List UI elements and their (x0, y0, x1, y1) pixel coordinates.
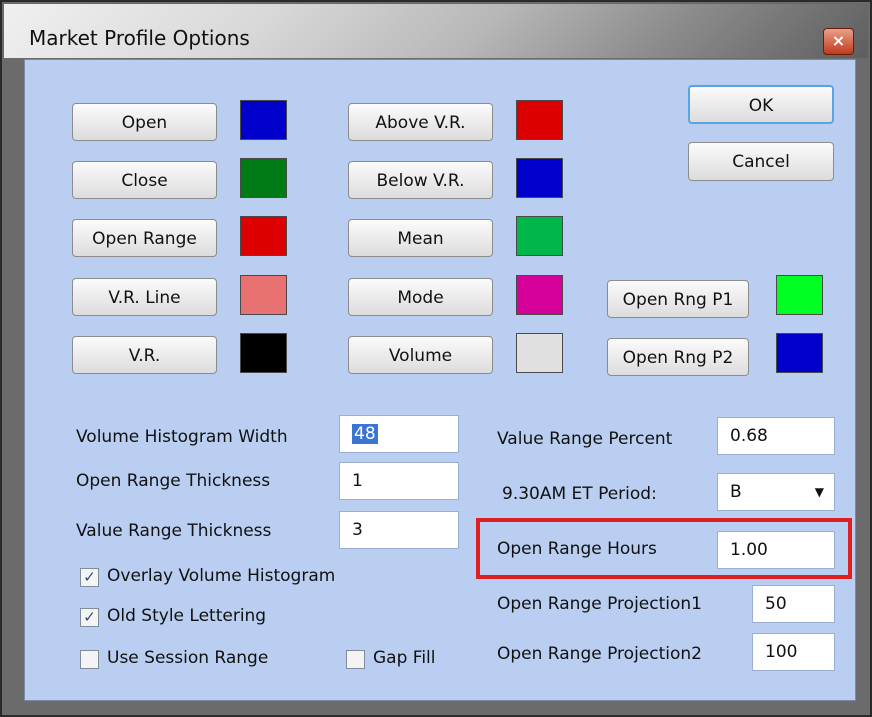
overlay-volume-histogram-checkbox[interactable]: ✓ (80, 568, 99, 587)
below-vr-color-button[interactable]: Below V.R. (348, 161, 493, 199)
volume-color-swatch[interactable] (516, 333, 563, 373)
above-vr-color-button[interactable]: Above V.R. (348, 103, 493, 141)
dialog-body: Open Close Open Range V.R. Line V.R. Abo… (24, 59, 856, 701)
value-range-percent-input[interactable]: 0.68 (717, 417, 835, 455)
vr-line-color-swatch[interactable] (240, 275, 287, 315)
ok-button[interactable]: OK (688, 85, 834, 124)
et-period-select[interactable]: B ▼ (717, 473, 835, 511)
gap-fill-checkbox[interactable] (346, 650, 365, 669)
close-color-button[interactable]: Close (72, 161, 217, 199)
old-style-lettering-checkbox[interactable]: ✓ (80, 608, 99, 627)
open-color-swatch[interactable] (240, 100, 287, 140)
open-range-color-swatch[interactable] (240, 216, 287, 256)
chevron-down-icon: ▼ (814, 485, 824, 499)
mode-color-button[interactable]: Mode (348, 278, 493, 316)
open-color-button[interactable]: Open (72, 103, 217, 141)
use-session-range-label: Use Session Range (107, 648, 269, 668)
close-button[interactable]: × (823, 28, 854, 55)
open-range-hours-label: Open Range Hours (497, 539, 657, 559)
open-range-thickness-input[interactable]: 1 (339, 462, 459, 500)
volume-color-button[interactable]: Volume (348, 336, 493, 374)
value-range-thickness-input[interactable]: 3 (339, 511, 459, 549)
title-bar: Market Profile Options × (4, 4, 868, 58)
open-range-thickness-label: Open Range Thickness (76, 471, 271, 491)
use-session-range-checkbox[interactable] (80, 650, 99, 669)
overlay-volume-histogram-label: Overlay Volume Histogram (107, 566, 336, 586)
open-range-color-button[interactable]: Open Range (72, 219, 217, 257)
open-range-projection1-input[interactable]: 50 (752, 585, 835, 623)
close-color-swatch[interactable] (240, 158, 287, 198)
old-style-lettering-label: Old Style Lettering (107, 606, 267, 626)
open-rng-p1-color-swatch[interactable] (776, 275, 823, 315)
gap-fill-label: Gap Fill (373, 648, 436, 668)
volume-histogram-width-input[interactable]: 48 (339, 415, 459, 453)
vr-color-button[interactable]: V.R. (72, 336, 217, 374)
mean-color-swatch[interactable] (516, 216, 563, 256)
open-rng-p1-color-button[interactable]: Open Rng P1 (607, 280, 749, 318)
value-range-percent-label: Value Range Percent (497, 429, 673, 449)
volume-histogram-width-label: Volume Histogram Width (76, 427, 288, 447)
value-range-thickness-label: Value Range Thickness (76, 521, 272, 541)
vr-color-swatch[interactable] (240, 333, 287, 373)
mean-color-button[interactable]: Mean (348, 219, 493, 257)
open-rng-p2-color-swatch[interactable] (776, 333, 823, 373)
window-title: Market Profile Options (29, 26, 250, 50)
cancel-button[interactable]: Cancel (688, 142, 834, 181)
above-vr-color-swatch[interactable] (516, 100, 563, 140)
below-vr-color-swatch[interactable] (516, 158, 563, 198)
open-range-hours-input[interactable]: 1.00 (717, 531, 835, 569)
et-period-value: B (730, 482, 742, 502)
et-period-label: 9.30AM ET Period: (502, 484, 657, 504)
open-rng-p2-color-button[interactable]: Open Rng P2 (607, 338, 749, 376)
vr-line-color-button[interactable]: V.R. Line (72, 278, 217, 316)
open-range-projection2-input[interactable]: 100 (752, 633, 835, 671)
open-range-projection1-label: Open Range Projection1 (497, 594, 702, 614)
open-range-projection2-label: Open Range Projection2 (497, 644, 702, 664)
mode-color-swatch[interactable] (516, 275, 563, 315)
dialog-window: Market Profile Options × Open Close Open… (0, 0, 872, 717)
